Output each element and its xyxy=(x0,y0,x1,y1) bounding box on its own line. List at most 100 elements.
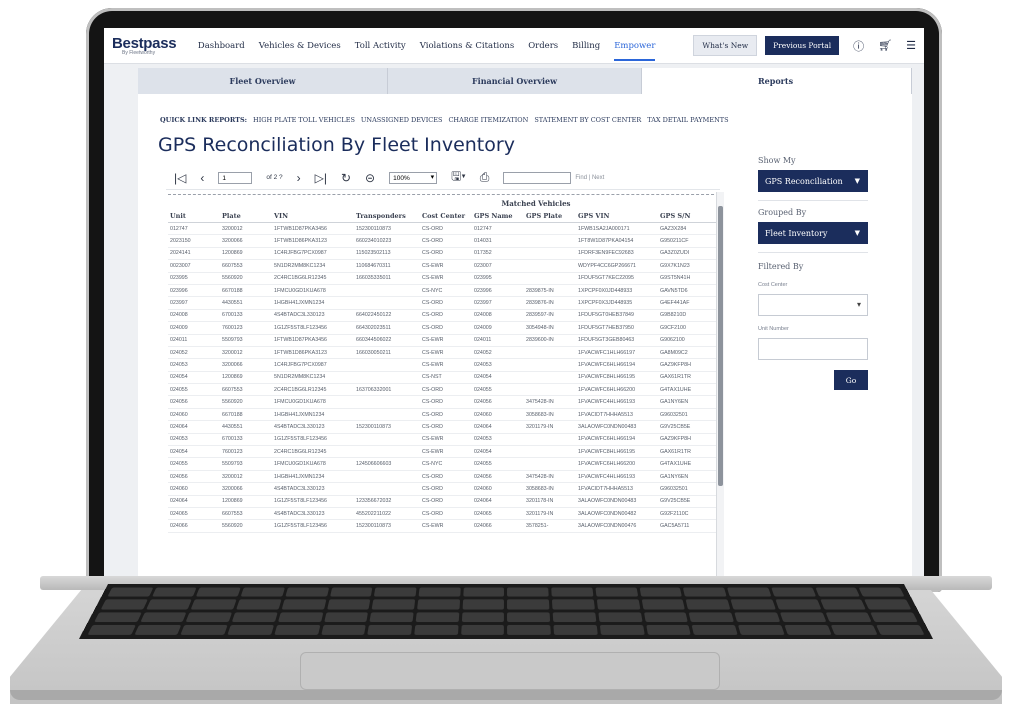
table-cell: CS-ORD xyxy=(420,507,472,521)
keyboard-key xyxy=(134,624,182,635)
table-cell: 024064 xyxy=(472,495,524,509)
stop-icon[interactable]: ⊝ xyxy=(365,171,375,185)
bestpass-logo[interactable]: Bestpass By Fleetworthy xyxy=(112,35,188,56)
whats-new-button[interactable]: What's New xyxy=(693,35,758,56)
table-cell: 024060 xyxy=(472,408,524,422)
next-page-icon[interactable]: › xyxy=(297,171,301,185)
grouped-by-dropdown[interactable]: Fleet Inventory ▼ xyxy=(758,222,868,244)
column-header: Transponders xyxy=(354,209,420,223)
keyboard-key xyxy=(507,599,550,610)
table-cell: CS-EWR xyxy=(420,272,472,285)
first-page-icon[interactable]: |◁ xyxy=(174,171,186,185)
nav-dashboard[interactable]: Dashboard xyxy=(198,41,245,51)
keyboard-key xyxy=(191,599,237,610)
go-button[interactable]: Go xyxy=(834,370,868,390)
tab-reports[interactable]: Reports xyxy=(642,68,912,94)
nav-billing[interactable]: Billing xyxy=(572,41,600,51)
table-cell: 024053 xyxy=(472,358,524,372)
quick-link-statement-by-cost-center[interactable]: STATEMENT BY COST CENTER xyxy=(534,116,641,124)
table-cell: 024052 xyxy=(472,346,524,360)
nav-orders[interactable]: Orders xyxy=(528,41,558,51)
help-icon[interactable]: ⓘ xyxy=(853,38,864,54)
cost-center-select[interactable]: ▾ xyxy=(758,294,868,316)
table-cell: 3200012 xyxy=(220,222,272,236)
nav-violations-citations[interactable]: Violations & Citations xyxy=(420,41,514,51)
menu-icon[interactable]: ☰ xyxy=(906,39,916,52)
table-cell: 024064 xyxy=(168,495,220,509)
nav-vehicles-devices[interactable]: Vehicles & Devices xyxy=(259,41,341,51)
export-save-icon[interactable]: 🖫︎▾ xyxy=(451,167,466,188)
column-header: VIN xyxy=(272,209,354,223)
keyboard-key xyxy=(784,624,832,635)
quick-link-unassigned-devices[interactable]: UNASSIGNED DEVICES xyxy=(361,116,443,124)
table-cell: 4S4BTADC3L330123 xyxy=(272,420,354,434)
quick-link-high-plate-toll-vehicles[interactable]: HIGH PLATE TOLL VEHICLES xyxy=(253,116,355,124)
keyboard-key xyxy=(87,624,136,635)
table-cell: 1FVACIDT7HHHA5513 xyxy=(576,482,658,496)
table-cell: 4S4BTADC3L330123 xyxy=(272,482,354,496)
keyboard-key xyxy=(599,624,645,635)
table-cell: 017352 xyxy=(472,247,524,261)
table-cell: WDYPF4CC6GP266671 xyxy=(576,259,658,273)
page-number-input[interactable]: 1 xyxy=(218,171,253,184)
cost-center-label: Cost Center xyxy=(758,282,788,288)
table-cell: 024055 xyxy=(472,383,524,397)
table-cell: 7600123 xyxy=(220,321,272,335)
last-page-icon[interactable]: ▷| xyxy=(315,171,327,185)
table-cell: 1HGBH41JXMN1234 xyxy=(272,408,354,422)
table-cell: 5560920 xyxy=(220,519,272,533)
table-cell: 3200012 xyxy=(220,470,272,484)
scrollbar-thumb[interactable] xyxy=(718,206,723,486)
table-cell: 2024141 xyxy=(168,247,220,261)
table-cell: 163706332001 xyxy=(354,383,420,397)
matched-vehicles-heading: Matched Vehicles xyxy=(501,199,571,208)
report-scrollbar[interactable] xyxy=(716,192,724,576)
table-cell xyxy=(354,408,420,422)
table-cell: 012747 xyxy=(168,222,220,236)
print-icon[interactable]: ⎙ xyxy=(480,170,490,185)
table-cell: CS-ORD xyxy=(420,495,472,509)
table-cell: 1G1ZF5ST8LF123456 xyxy=(272,321,354,335)
keyboard-key xyxy=(326,599,371,610)
tab-financial-overview[interactable]: Financial Overview xyxy=(388,68,642,94)
table-cell: G96032501 xyxy=(658,408,716,422)
show-my-dropdown[interactable]: GPS Reconciliation ▼ xyxy=(758,170,868,192)
tab-fleet-overview[interactable]: Fleet Overview xyxy=(138,68,388,94)
show-my-label: Show My xyxy=(758,156,796,165)
previous-portal-button[interactable]: Previous Portal xyxy=(765,36,840,55)
laptop-front-lip xyxy=(10,690,1002,700)
refresh-icon[interactable]: ↻ xyxy=(341,171,351,185)
chevron-down-icon: ▼ xyxy=(854,229,860,237)
table-cell: 023997 xyxy=(168,296,220,310)
nav-empower[interactable]: Empower xyxy=(614,41,656,61)
previous-page-icon[interactable]: ‹ xyxy=(200,171,204,185)
keyboard-key xyxy=(641,599,686,610)
table-cell: 024060 xyxy=(168,482,220,496)
quick-link-tax-detail-payments[interactable]: TAX DETAIL PAYMENTS xyxy=(647,116,728,124)
zoom-select[interactable]: 100% xyxy=(389,171,438,184)
cart-icon[interactable]: 🛒︎ xyxy=(878,39,892,52)
table-cell: GAX61R1TR xyxy=(658,445,716,459)
table-cell: 2839876-IN xyxy=(524,296,576,310)
find-next-link[interactable]: Find | Next xyxy=(575,175,604,181)
table-row: 024055 6607553 2C4RC1BG6LR12345 16370633200… xyxy=(168,383,716,397)
keyboard-key xyxy=(274,624,321,635)
report-tabs: Fleet Overview Financial Overview Report… xyxy=(138,68,912,94)
find-input[interactable] xyxy=(503,171,572,184)
keyboard-key xyxy=(814,587,861,597)
table-cell: 4S4BTADC3L330123 xyxy=(272,309,354,323)
table-cell xyxy=(524,259,576,273)
table-cell: 3475428-IN xyxy=(524,470,576,484)
table-cell xyxy=(354,433,420,447)
table-row: 024011 5509793 1FTWB1D87PKA3456 66034450602… xyxy=(168,334,716,347)
unit-number-input[interactable] xyxy=(758,338,868,360)
keyboard-key xyxy=(552,599,595,610)
table-cell: 024065 xyxy=(472,507,524,521)
table-cell: 1FVACWFC4HLH66193 xyxy=(576,470,658,484)
table-cell: 1FDUF5GT0HEB37849 xyxy=(576,309,658,323)
table-cell: CS-EWR xyxy=(420,445,472,459)
quick-link-charge-itemization[interactable]: CHARGE ITEMIZATION xyxy=(448,116,528,124)
nav-toll-activity[interactable]: Toll Activity xyxy=(355,41,406,51)
table-cell: 1FVACWFC6HLH66200 xyxy=(576,383,658,397)
table-row: 024055 5509793 1FMCU0GD1KUA678 124506606603… xyxy=(168,457,716,471)
